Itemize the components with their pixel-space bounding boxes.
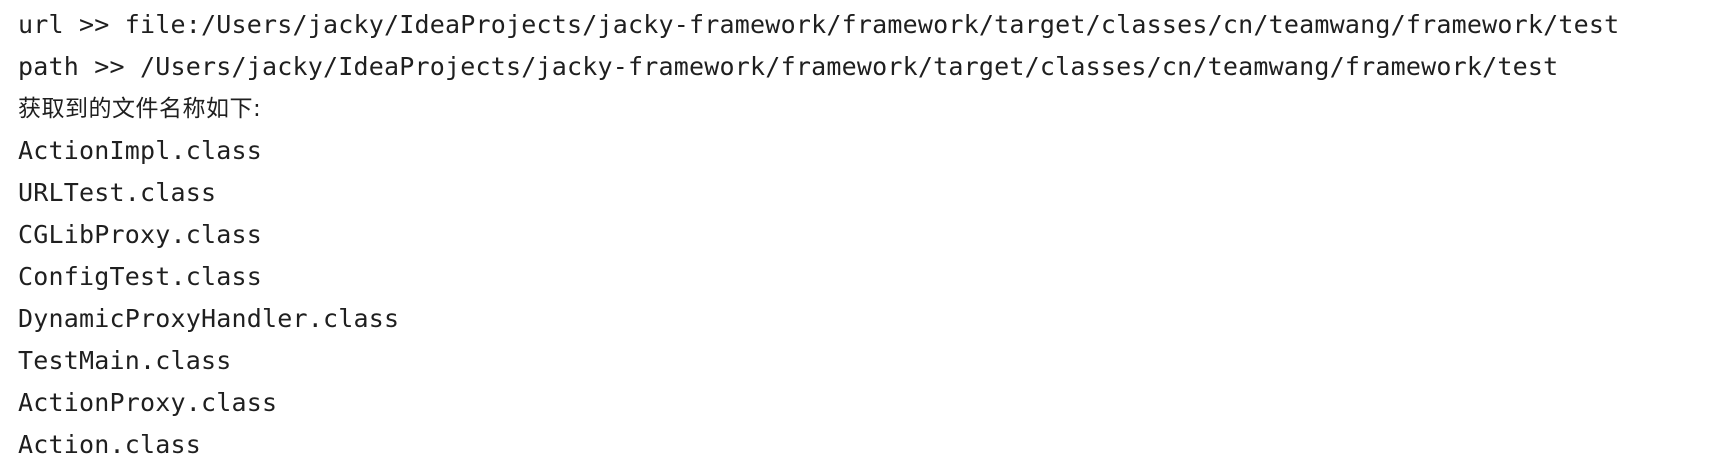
console-line-file: URLTest.class: [18, 178, 217, 207]
console-line-file: Action.class: [18, 430, 202, 459]
console-line-file: DynamicProxyHandler.class: [18, 304, 400, 333]
console-line-path: path >> /Users/jacky/IdeaProjects/jacky-…: [18, 52, 1559, 81]
console-line-file: ActionProxy.class: [18, 388, 278, 417]
console-line-url: url >> file:/Users/jacky/IdeaProjects/ja…: [18, 10, 1620, 39]
console-line-file: TestMain.class: [18, 346, 232, 375]
console-output: url >> file:/Users/jacky/IdeaProjects/ja…: [0, 0, 1726, 459]
console-line-header: 获取到的文件名称如下:: [18, 96, 262, 122]
console-line-file: ConfigTest.class: [18, 262, 263, 291]
console-line-file: ActionImpl.class: [18, 136, 263, 165]
console-line-file: CGLibProxy.class: [18, 220, 263, 249]
